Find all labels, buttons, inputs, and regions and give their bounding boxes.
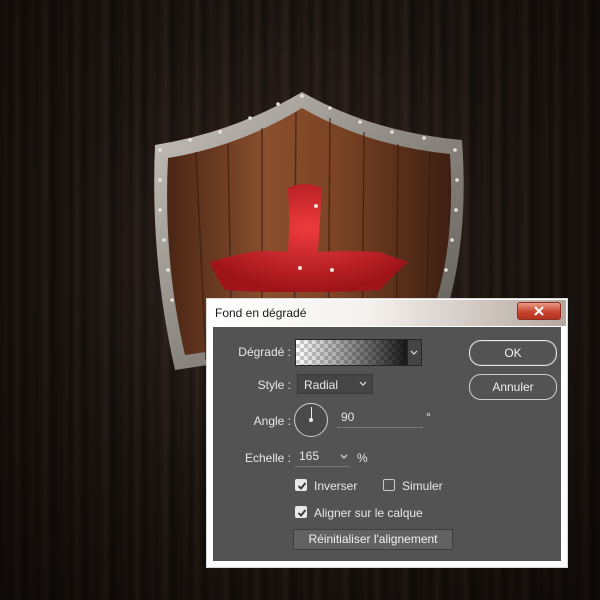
gradient-label: Dégradé : [238,345,291,359]
reverse-checkbox[interactable] [295,479,307,491]
scale-input[interactable]: 165 [295,447,349,467]
style-select-value: Radial [304,378,339,392]
checkmark-icon [297,482,307,490]
chevron-down-icon[interactable] [339,452,349,462]
cancel-button[interactable]: Annuler [469,374,557,400]
scale-unit: % [357,451,368,465]
scale-input-value: 165 [299,449,320,463]
angle-dial-center [309,418,313,422]
align-with-layer-label[interactable]: Aligner sur le calque [314,506,423,520]
gradient-overlay-dialog: Fond en dégradé Dégradé : Style : Radial… [207,299,567,567]
angle-dial[interactable] [294,403,328,437]
close-icon [534,306,544,316]
gradient-preview-swatch[interactable] [295,339,408,366]
chevron-down-icon [410,350,418,355]
dialog-titlebar[interactable]: Fond en dégradé [208,300,566,326]
scale-label: Echelle : [244,451,291,465]
close-button[interactable] [517,302,561,320]
style-select[interactable]: Radial [297,374,373,394]
angle-unit: ° [426,410,431,424]
settings-panel: Dégradé : Style : Radial Angle : 90 ° Ec… [213,327,561,561]
checkmark-icon [297,509,307,517]
chevron-down-icon [359,381,367,386]
dialog-title: Fond en dégradé [215,306,307,320]
angle-input[interactable]: 90 [337,408,423,428]
reset-alignment-button[interactable]: Réinitialiser l'alignement [293,529,453,550]
dither-checkbox[interactable] [383,479,395,491]
angle-label: Angle : [253,414,291,428]
ok-button[interactable]: OK [469,340,557,366]
reverse-label[interactable]: Inverser [314,479,357,493]
align-with-layer-checkbox[interactable] [295,506,307,518]
gradient-picker-dropdown[interactable] [408,339,422,366]
dither-label[interactable]: Simuler [402,479,443,493]
angle-input-value: 90 [341,410,355,424]
style-label: Style : [257,378,291,392]
